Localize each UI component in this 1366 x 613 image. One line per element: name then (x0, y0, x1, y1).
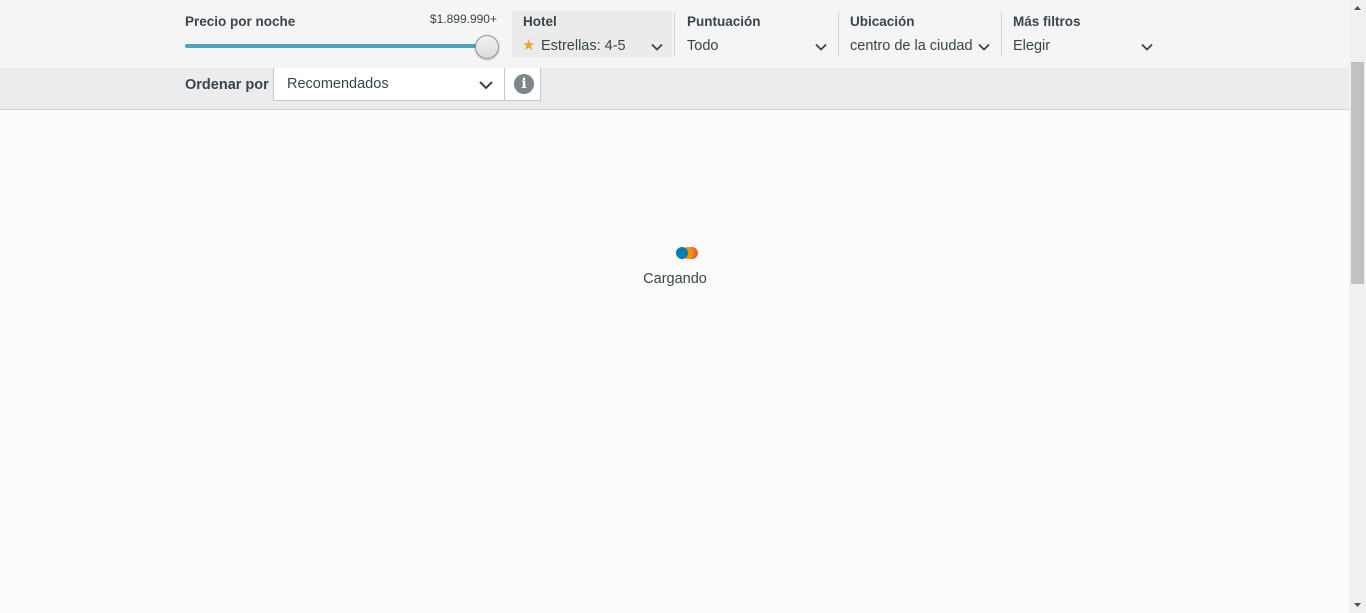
chevron-down-icon[interactable] (814, 40, 828, 54)
chevron-down-icon[interactable] (650, 40, 664, 54)
sort-label: Ordenar por (185, 77, 269, 93)
loading-spinner (676, 246, 706, 260)
hotel-filter-label: Hotel (523, 14, 557, 29)
hotel-filter-value[interactable]: Estrellas: 4-5 (541, 38, 626, 54)
filter-divider (838, 12, 839, 56)
chevron-down-icon (479, 81, 493, 90)
price-slider-track[interactable] (185, 44, 485, 48)
scrollbar-thumb[interactable] (1351, 62, 1364, 284)
loading-dot (676, 247, 688, 259)
location-filter-label: Ubicación (850, 14, 915, 29)
chevron-down-icon[interactable] (977, 40, 991, 54)
filter-divider (1001, 12, 1002, 56)
filter-bar: Precio por noche $1.899.990+ Hotel ★ Est… (0, 0, 1349, 68)
star-icon: ★ (522, 37, 536, 54)
scroll-up-arrow-icon[interactable] (1349, 0, 1366, 17)
scroll-down-arrow-icon[interactable] (1349, 596, 1366, 613)
sort-select-value: Recomendados (287, 76, 389, 92)
loading-text: Cargando (643, 271, 707, 287)
more-filters-value[interactable]: Elegir (1013, 38, 1050, 54)
sort-bar: Ordenar por Recomendados i (0, 68, 1349, 110)
chevron-down-icon[interactable] (1140, 40, 1154, 54)
filter-divider (674, 12, 675, 56)
rating-filter-label: Puntuación (687, 14, 761, 29)
price-filter-label: Precio por noche (185, 14, 296, 29)
price-slider-handle[interactable] (475, 35, 499, 59)
more-filters-label: Más filtros (1013, 14, 1081, 29)
rating-filter-value[interactable]: Todo (687, 38, 718, 54)
sort-info-button[interactable]: i (504, 68, 541, 101)
info-icon: i (514, 74, 534, 94)
price-slider-fill (185, 44, 485, 48)
location-filter-value[interactable]: centro de la ciudad (850, 38, 973, 54)
price-value: $1.899.990+ (429, 12, 497, 26)
sort-select[interactable]: Recomendados (273, 68, 505, 101)
page: Precio por noche $1.899.990+ Hotel ★ Est… (0, 0, 1349, 613)
vertical-scrollbar[interactable] (1349, 0, 1366, 613)
